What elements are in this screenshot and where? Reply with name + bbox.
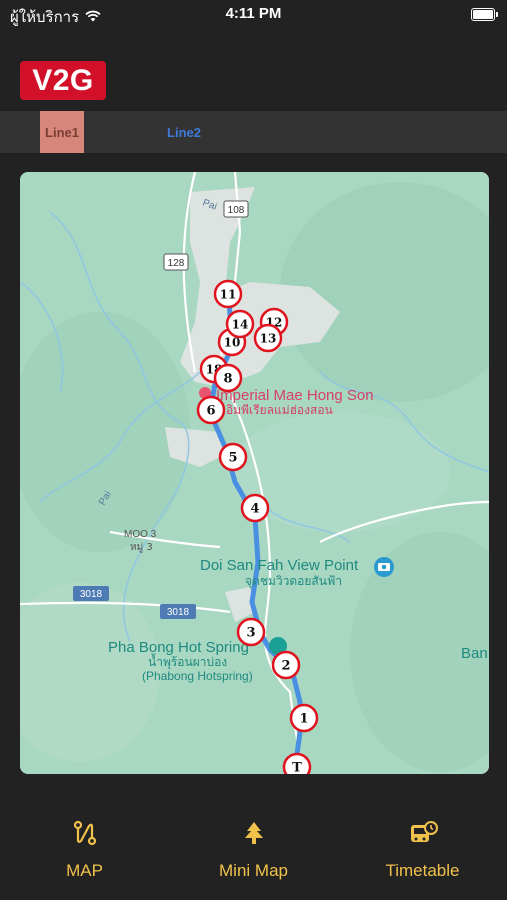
place-ban-label: Ban [461,645,488,662]
tree-icon [244,822,263,844]
road-shield-3018-a: 3018 [73,586,109,601]
stop-marker-label: 13 [260,332,277,346]
line-tab-bar: Line1 Line2 [0,111,507,153]
stop-marker-label: 11 [220,288,237,302]
stop-marker-3[interactable]: 3 [236,617,266,647]
stop-marker-4[interactable]: 4 [240,493,270,523]
road-shield-108: 108 [223,200,249,218]
stop-marker-label: 2 [281,659,290,674]
stop-marker-6[interactable]: 6 [196,395,226,425]
tab-line1[interactable]: Line1 [40,111,84,153]
map-terrain [20,172,489,774]
stop-marker-5[interactable]: 5 [218,442,248,472]
route-icon [73,820,96,846]
status-time: 4:11 PM [225,5,282,22]
stop-marker-11[interactable]: 11 [213,279,243,309]
bus-clock-icon [410,821,438,842]
poi-doi-san-fah-label: Doi San Fah View Point [200,557,359,574]
stop-marker-t[interactable]: T [282,752,312,775]
battery-icon [471,8,498,21]
road-shield-3018-a-label: 3018 [80,589,103,600]
road-shield-3018-b-label: 3018 [167,607,190,618]
road-shield-128: 128 [163,253,189,271]
road-shield-108-label: 108 [228,205,245,216]
poi-hot-spring-en-label: (Phabong Hotspring) [142,669,253,683]
poi-imperial-th-label: อิมพีเรียลแม่ฮ่องสอน [226,403,333,417]
nav-map-button[interactable]: MAP [0,820,169,881]
nav-timetable-label: Timetable [385,861,460,880]
stop-marker-label: 5 [228,451,237,466]
stop-marker-label: 4 [250,502,259,517]
bottom-nav: MAP Mini Map Timetable [0,800,507,900]
app-logo: V2G [20,61,106,100]
nav-map-label: MAP [66,861,103,880]
stop-marker-13[interactable]: 13 [253,323,283,353]
tab-line2[interactable]: Line2 [158,111,210,153]
nav-mini-map-label: Mini Map [219,861,288,880]
stop-marker-label: 1 [299,712,308,727]
stop-marker-2[interactable]: 2 [271,650,301,680]
stop-marker-label: 3 [246,626,255,641]
route-map[interactable]: 108 128 3018 3018 Pai Pai Imperial Mae H… [20,172,489,774]
place-moo3-label: MOO 3 [124,529,157,540]
stop-marker-14[interactable]: 14 [225,309,255,339]
poi-hot-spring-label: Pha Bong Hot Spring [108,639,249,656]
poi-doi-san-fah-th-label: จุดชมวิวดอยสันฟ้า [245,574,342,589]
app-logo-text: V2G [32,63,94,97]
place-moo3-th-label: หมู่ 3 [130,542,153,553]
road-shield-3018-b: 3018 [160,604,196,619]
nav-timetable-button[interactable]: Timetable [338,820,507,881]
stop-marker-1[interactable]: 1 [289,703,319,733]
poi-imperial-label: Imperial Mae Hong Son [216,387,374,404]
stop-marker-label: 14 [232,318,249,332]
stop-marker-label: T [292,761,302,775]
poi-hot-spring-th-label: น้ำพุร้อนผาบ่อง [148,653,227,670]
stop-marker-label: 8 [223,372,232,387]
road-shield-128-label: 128 [168,258,185,269]
status-bar: ผู้ให้บริการ 4:11 PM [0,0,507,30]
map-canvas[interactable]: 108 128 3018 3018 Pai Pai Imperial Mae H… [20,172,489,774]
stop-marker-label: 6 [206,404,215,419]
stop-marker-8[interactable]: 8 [213,363,243,393]
nav-mini-map-button[interactable]: Mini Map [169,820,338,881]
